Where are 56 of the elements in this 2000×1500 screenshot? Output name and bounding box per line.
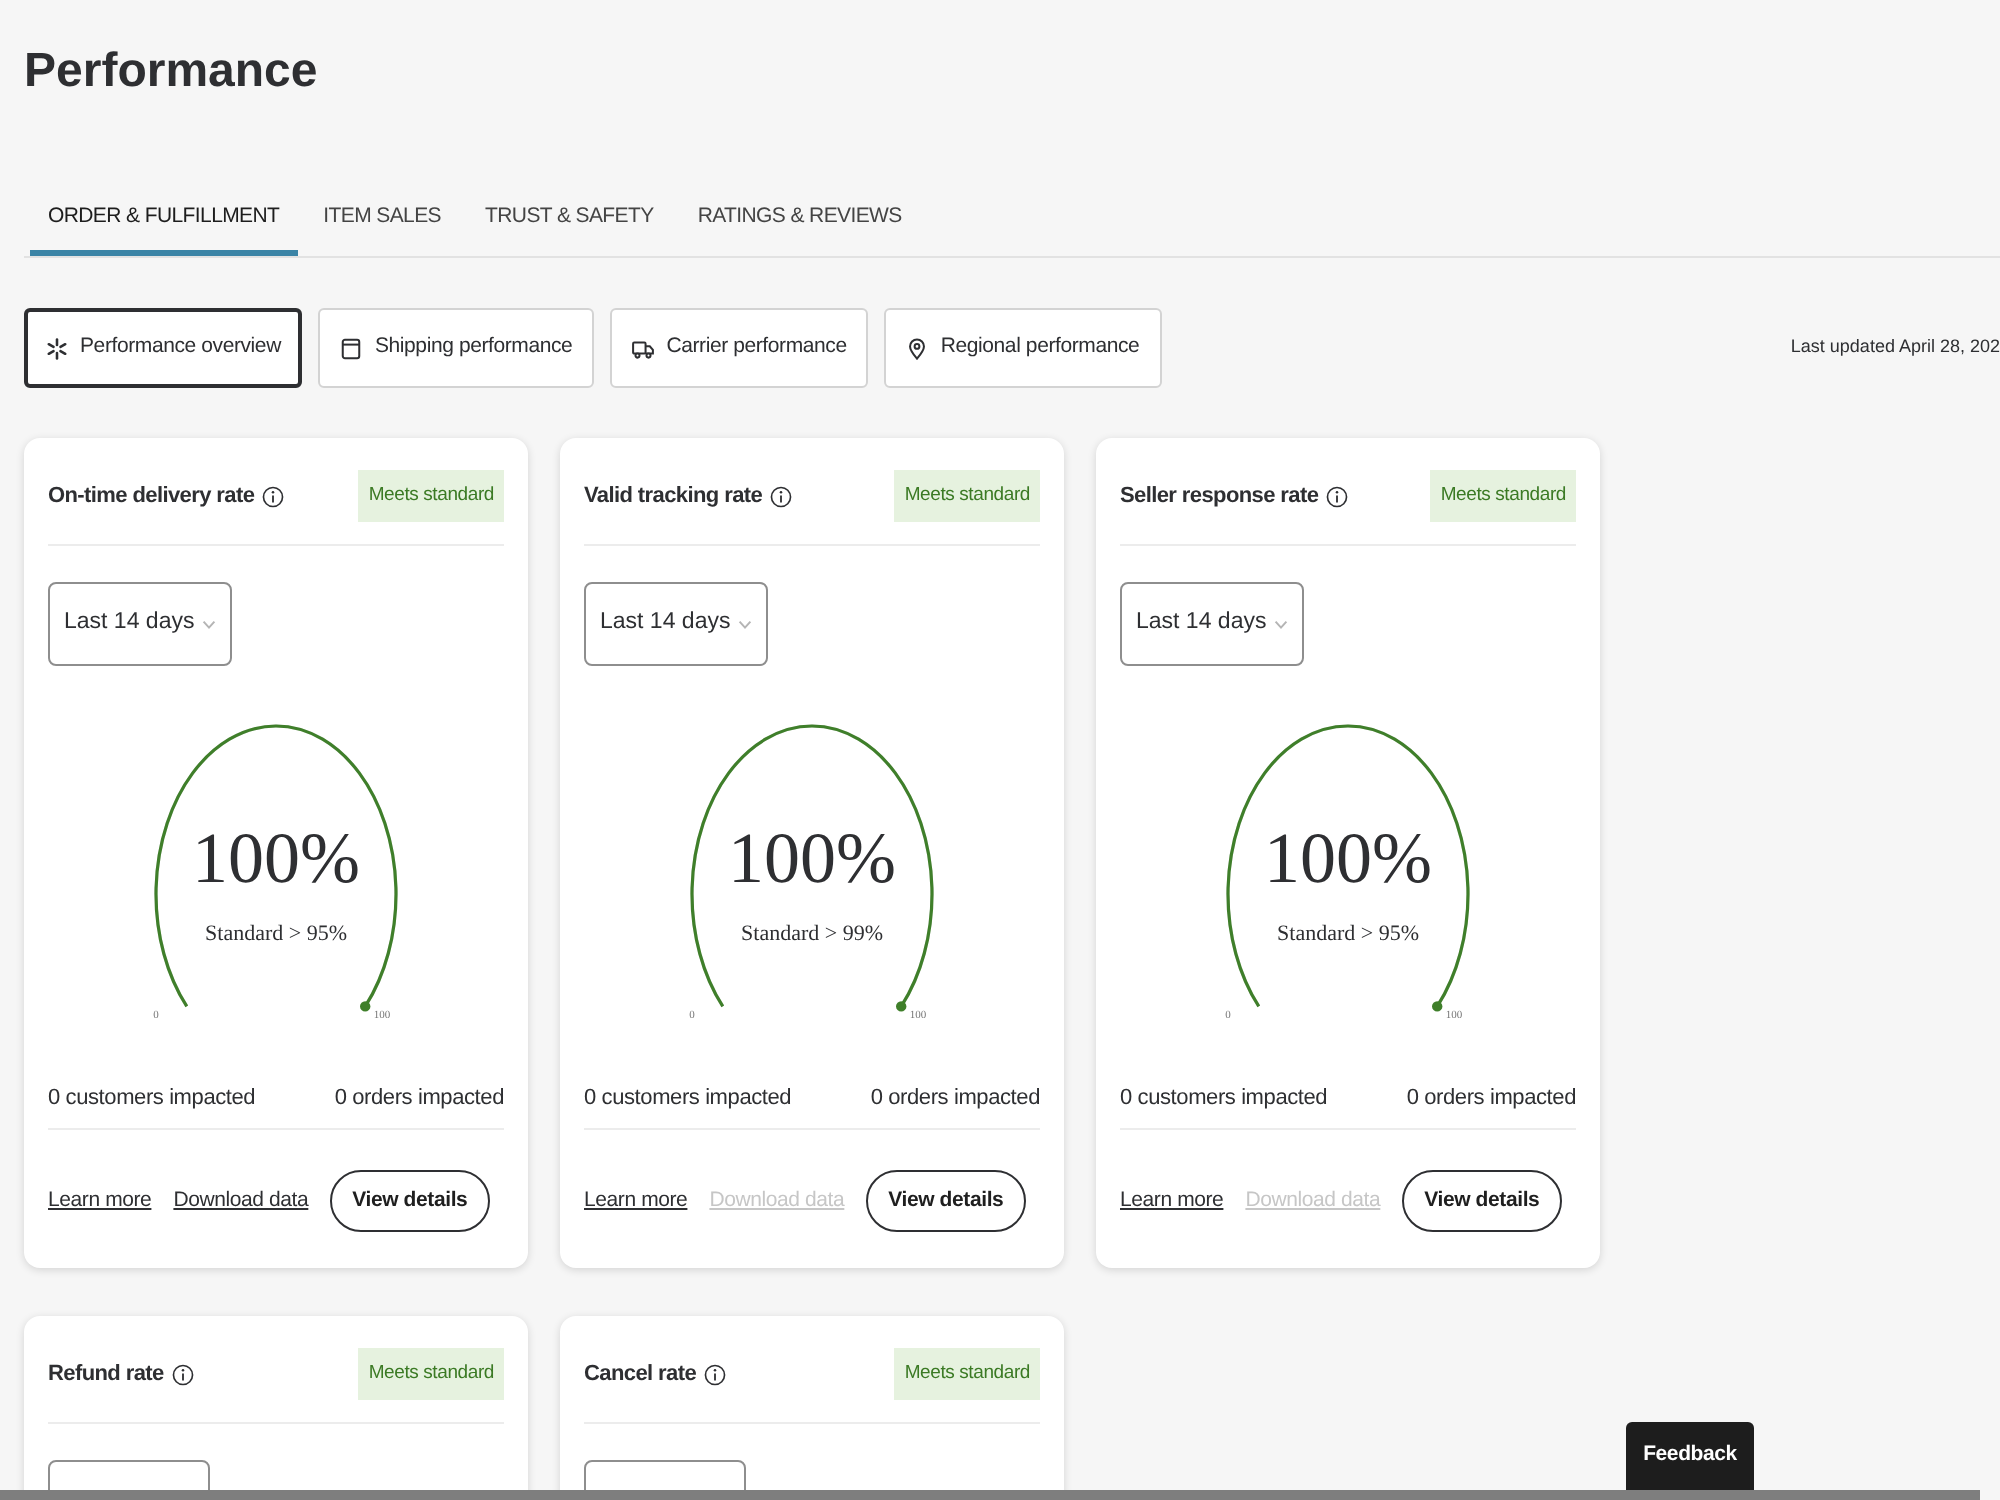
orders-impacted-text: 0 orders impacted [334,1084,504,1112]
status-badge: Meets standard [894,470,1040,522]
last-updated-text: Last updated April 28, 202 [1790,334,2000,361]
chevron-down-icon [1274,619,1289,629]
info-icon [704,1363,727,1385]
info-icon [770,485,793,507]
status-badge: Meets standard [1430,470,1576,522]
tab[interactable]: RATINGS & REVIEWS [679,190,920,256]
info-icon [1326,485,1349,507]
orders-impacted-text: 0 orders impacted [1406,1084,1576,1112]
learn-more-link[interactable]: Learn more [1120,1185,1224,1217]
customers-impacted-text: 0 customers impacted [48,1084,256,1112]
orders-impacted-text: 0 orders impacted [870,1084,1040,1112]
info-icon [262,485,285,507]
metric-title: Seller response rate [1120,481,1319,512]
metric-title: On-time delivery rate [48,481,255,512]
gauge-standard: Standard > 99% [741,922,883,948]
customers-impacted-text: 0 customers impacted [584,1084,792,1112]
metric-title: Refund rate [48,1359,164,1390]
metric-title: Cancel rate [584,1359,697,1390]
status-badge: Meets standard [358,470,504,522]
period-dropdown[interactable]: Last 14 days [1120,582,1305,666]
view-tab[interactable]: Regional performance [884,308,1162,388]
status-badge: Meets standard [894,1348,1040,1400]
page-title: Performance [24,42,320,102]
tab[interactable]: ORDER & FULFILLMENT [30,190,298,256]
period-dropdown[interactable]: Last 14 days [584,582,769,666]
gauge-value: 100% [1264,822,1432,894]
status-badge: Meets standard [358,1348,504,1400]
sparkle-icon [46,337,68,359]
gauge-value: 100% [192,822,360,894]
learn-more-link[interactable]: Learn more [584,1185,688,1217]
view-tab[interactable]: Shipping performance [318,308,595,388]
view-details-button[interactable]: View details [1402,1170,1562,1232]
customers-impacted-text: 0 customers impacted [1120,1084,1328,1112]
horizontal-scrollbar[interactable] [0,1490,1980,1500]
feedback-button[interactable]: Feedback [1626,1422,1754,1490]
view-details-button[interactable]: View details [330,1170,490,1232]
view-tab[interactable]: Performance overview [24,308,303,388]
info-icon [171,1363,194,1385]
gauge-standard: Standard > 95% [1277,922,1419,948]
chevron-down-icon [202,619,217,629]
tab[interactable]: TRUST & SAFETY [467,190,672,256]
metric-title: Valid tracking rate [584,481,763,512]
truck-icon [632,337,655,359]
tab[interactable]: ITEM SALES [305,190,460,256]
period-dropdown[interactable]: Last 14 days [48,582,233,666]
gauge-value: 100% [728,822,896,894]
view-details-button[interactable]: View details [866,1170,1026,1232]
download-data-link[interactable]: Download data [173,1185,309,1217]
map-pin-icon [906,337,929,359]
view-tab[interactable]: Carrier performance [610,308,869,388]
calendar-icon [340,337,363,359]
gauge-standard: Standard > 95% [205,922,347,948]
chevron-down-icon [738,619,753,629]
learn-more-link[interactable]: Learn more [48,1185,152,1217]
